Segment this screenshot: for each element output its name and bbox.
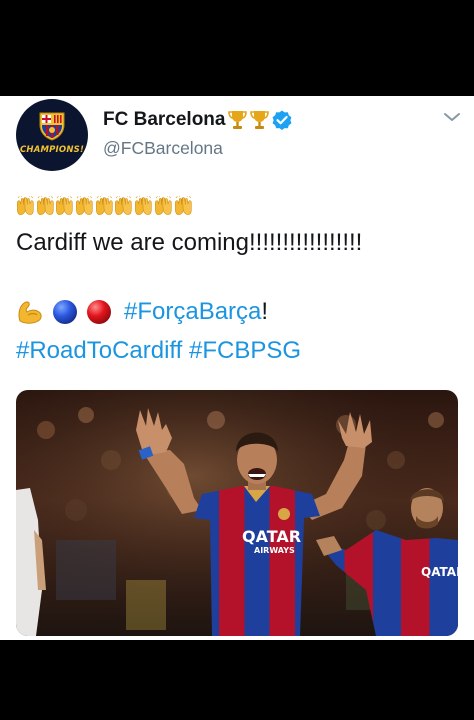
- raised-hands-row: [16, 196, 192, 216]
- trophy-icon: [228, 111, 247, 129]
- raised-hands-icon: [36, 196, 54, 215]
- blue-circle-icon: [53, 300, 77, 324]
- avatar[interactable]: CHAMPIONS!: [16, 99, 88, 171]
- raised-hands-icon: [174, 196, 192, 215]
- flexed-biceps-icon: [18, 301, 42, 324]
- tweet-text-line1: Cardiff we are coming!!!!!!!!!!!!!!!!!: [16, 229, 363, 256]
- author-display-name[interactable]: FC Barcelona: [103, 109, 225, 131]
- hashtag-forca-barca[interactable]: #ForçaBarça: [124, 298, 261, 326]
- raised-hands-icon: [17, 196, 34, 215]
- messi-shirt-sponsor: QATAR: [421, 565, 458, 579]
- raised-hands-icon: [56, 196, 73, 215]
- avatar-champions-text: CHAMPIONS!: [19, 145, 85, 155]
- hashtag-suffix: !: [261, 298, 269, 325]
- red-circle-icon: [87, 300, 111, 324]
- fc-barcelona-crest-icon: [39, 112, 65, 141]
- trophy-icon: [250, 111, 269, 129]
- chevron-down-icon[interactable]: [443, 110, 461, 124]
- hashtag-fcbpsg[interactable]: #FCBPSG: [189, 337, 301, 364]
- celebration-photo: QATAR QATAR AIRWAYS: [16, 390, 458, 636]
- raised-hands-icon: [154, 196, 172, 215]
- shirt-sponsor-text: QATAR: [242, 527, 301, 546]
- tweet-text-line3: #RoadToCardiff #FCBPSG: [16, 337, 301, 365]
- tweet-text-line2: #ForçaBarça!: [16, 298, 268, 326]
- hashtag-road-to-cardiff[interactable]: #RoadToCardiff: [16, 337, 182, 364]
- raised-hands-icon: [135, 196, 152, 215]
- raised-hands-icon: [76, 196, 93, 215]
- raised-hands-icon: [95, 196, 113, 215]
- author-handle[interactable]: @FCBarcelona: [103, 138, 223, 159]
- tweet-card[interactable]: CHAMPIONS! FC Barcelona @FCBarcelona Car…: [0, 96, 474, 640]
- verified-icon: [272, 110, 292, 130]
- tweet-media-photo[interactable]: QATAR QATAR AIRWAYS: [16, 390, 458, 636]
- raised-hands-icon: [115, 196, 133, 215]
- shirt-sponsor-subtext: AIRWAYS: [254, 546, 295, 555]
- author-badges: [228, 109, 292, 130]
